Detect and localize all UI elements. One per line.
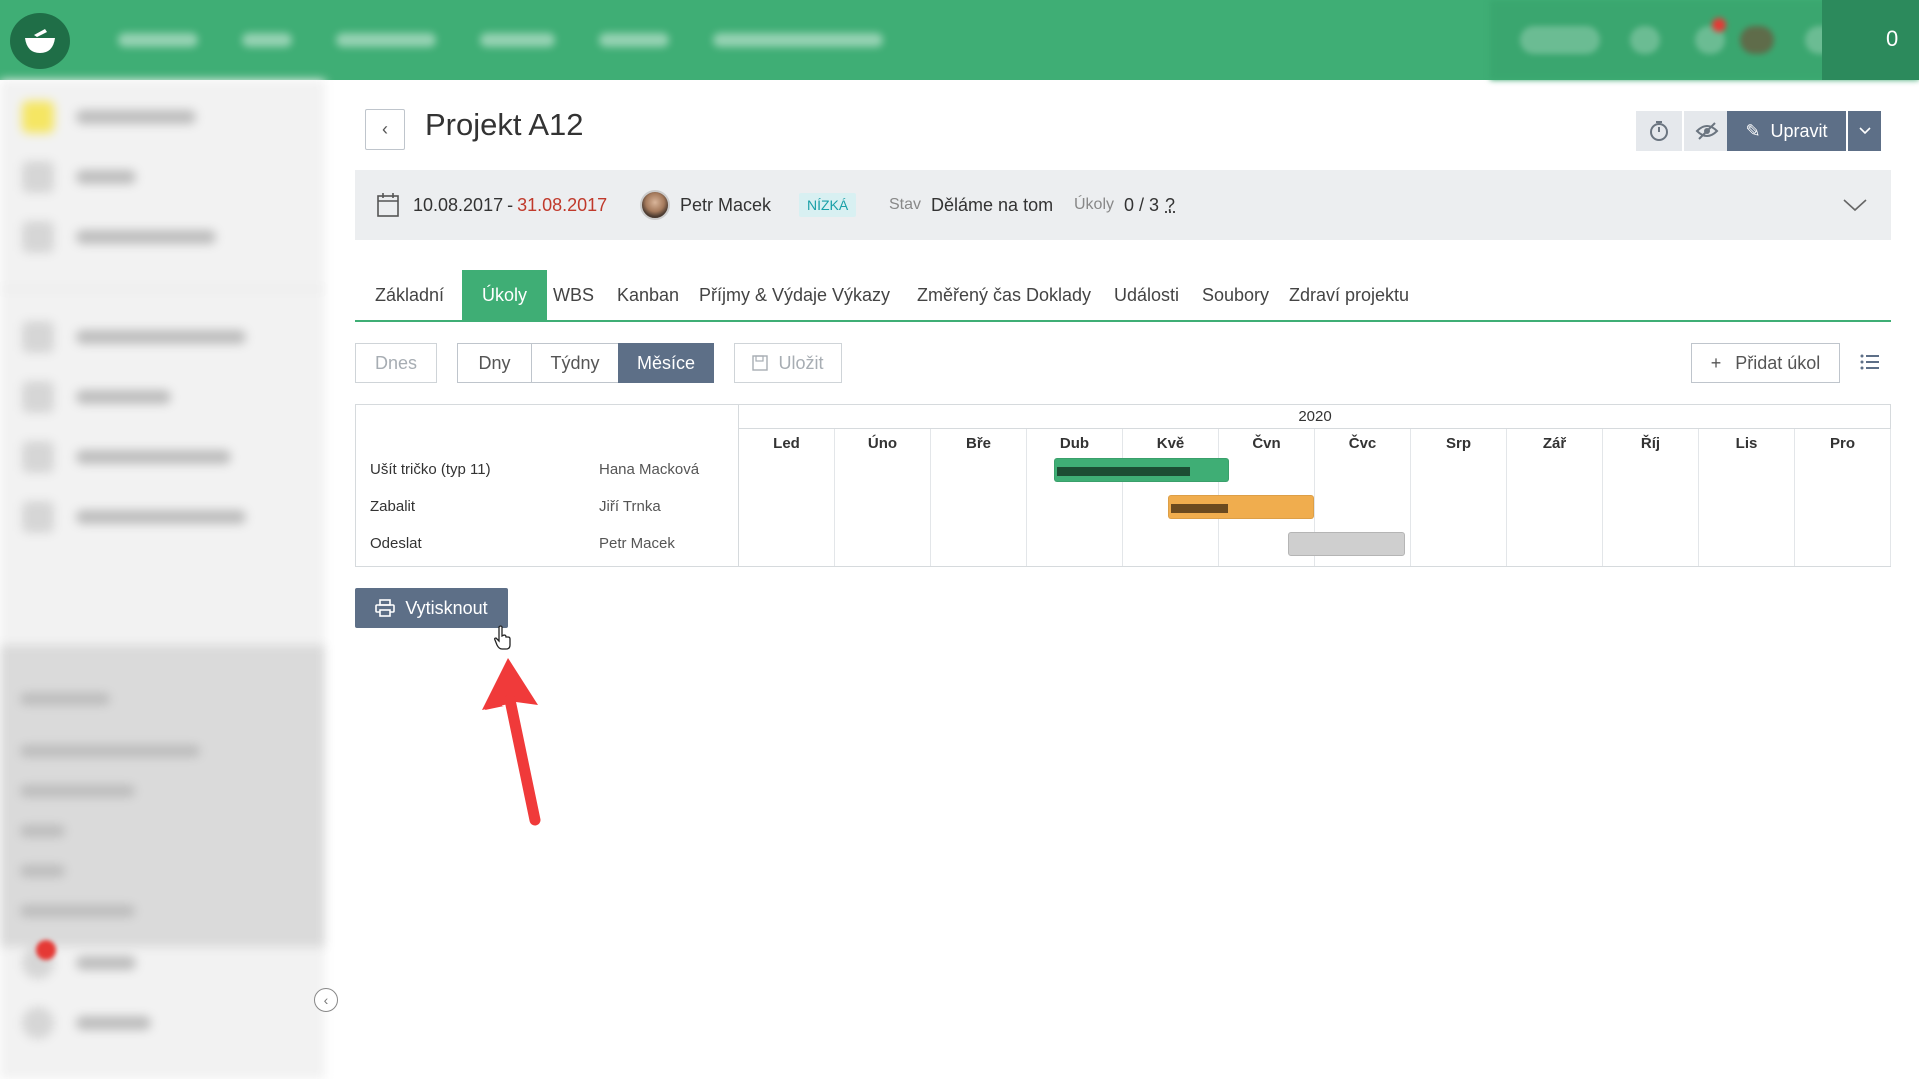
tasks-count: Úkoly 0 / 3 ? (1074, 194, 1176, 216)
tab-zdrav-projektu[interactable]: Zdraví projektu (1269, 270, 1429, 320)
gantt-task-name[interactable]: Zabalit (370, 498, 415, 515)
app-logo[interactable] (10, 13, 70, 69)
gantt-month-label: Bře (965, 435, 991, 452)
gantt-month-label: Srp (1445, 435, 1471, 452)
hand-cursor-icon (494, 625, 511, 650)
edit-button-label: Upravit (1770, 120, 1828, 141)
top-navigation-bar: 0 (0, 0, 1919, 80)
avatar (640, 190, 670, 220)
unwatch-button[interactable] (1684, 111, 1730, 151)
gantt-task-bar[interactable] (1168, 495, 1315, 519)
view-days-button[interactable]: Dny (457, 343, 532, 383)
gantt-month-label: Zář (1542, 435, 1567, 452)
date-end: 31.08.2017 (517, 194, 608, 215)
priority-badge: NÍZKÁ (799, 193, 857, 217)
printer-icon (375, 599, 396, 617)
edit-dropdown-button[interactable] (1848, 111, 1881, 151)
gantt-month-label: Pro (1829, 435, 1855, 452)
gantt-month-label: Úno (867, 435, 898, 452)
chevron-left-icon: ‹ (323, 992, 329, 1008)
top-menu-blurred (118, 0, 883, 80)
gantt-task-bar[interactable] (1053, 458, 1229, 482)
eye-slash-icon (1695, 122, 1719, 140)
today-button[interactable]: Dnes (355, 343, 437, 383)
timer-button[interactable] (1636, 111, 1682, 151)
tab-v-kazy[interactable]: Výkazy (812, 270, 910, 320)
chevron-down-icon (1858, 127, 1871, 135)
gantt-task-progress (1056, 467, 1191, 476)
edit-button[interactable]: ✎ Upravit (1727, 111, 1846, 151)
view-weeks-button[interactable]: Týdny (531, 343, 619, 383)
date-range: 10.08.2017 - 31.08.2017 (377, 170, 607, 240)
tasks-help[interactable]: ? (1165, 195, 1175, 216)
status: Stav Děláme na tom (889, 194, 1054, 215)
gantt-task-name[interactable]: Ušít tričko (typ 11) (370, 461, 491, 478)
print-button[interactable]: Vytisknout (355, 588, 508, 628)
gantt-month-label: Dub (1059, 435, 1090, 452)
gantt-year: 2020 (739, 405, 1891, 429)
project-owner[interactable]: Petr Macek (640, 170, 771, 240)
back-button[interactable]: ‹ (365, 109, 405, 150)
expand-info-button[interactable] (1843, 170, 1867, 240)
gantt-task-progress (1171, 504, 1228, 513)
gantt-month-label: Led (773, 435, 800, 452)
gantt-task-assignee: Jiří Trnka (599, 498, 661, 515)
gantt-task-assignee: Hana Macková (599, 461, 700, 478)
bowl-logo-icon (25, 29, 55, 53)
notification-counter[interactable]: 0 (1886, 26, 1898, 52)
stopwatch-icon (1650, 121, 1668, 141)
gantt-task-name[interactable]: Odeslat (370, 535, 422, 552)
project-info-bar: 10.08.2017 - 31.08.2017 Petr Macek NÍZKÁ… (355, 170, 1891, 240)
add-task-button[interactable]: + Přidat úkol (1691, 343, 1840, 383)
list-icon (1860, 354, 1879, 370)
gantt-month-label: Čvn (1252, 435, 1281, 452)
project-tabs: Základní Úkoly WBS Kanban Příjmy & Výdaje Výk… (355, 270, 1891, 322)
chevron-left-icon: ‹ (382, 119, 388, 139)
floppy-icon (752, 355, 769, 371)
save-button[interactable]: Uložit (734, 343, 842, 383)
chevron-down-icon (1843, 199, 1867, 212)
pencil-icon: ✎ (1745, 120, 1761, 141)
list-view-button[interactable] (1860, 352, 1880, 377)
sidebar (0, 80, 325, 1079)
gantt-task-assignee: Petr Macek (599, 535, 675, 552)
gantt-task-list: Ušít tričko (typ 11) Hana Macková Zabalit J… (356, 405, 739, 566)
status-value: Děláme na tom (931, 194, 1054, 215)
gantt-month-label: Čvc (1348, 435, 1377, 452)
gantt-month-label: Říj (1640, 435, 1661, 452)
plus-icon: + (1710, 352, 1722, 373)
red-arrow-annotation (482, 658, 541, 826)
page-title: Projekt A12 (425, 107, 584, 142)
gantt-month-label: Lis (1735, 435, 1758, 452)
date-start: 10.08.2017 (413, 194, 504, 215)
view-months-button[interactable]: Měsíce (618, 343, 714, 383)
calendar-icon (377, 193, 399, 217)
collapse-sidebar-button[interactable]: ‹ (314, 988, 338, 1012)
gantt-month-label: Kvě (1156, 435, 1185, 452)
gantt-chart: Ušít tričko (typ 11) Hana Macková Zabalit J… (355, 404, 1891, 567)
tab-z-kladn-[interactable]: Základní (355, 270, 464, 320)
gantt-task-bar[interactable] (1288, 532, 1406, 556)
